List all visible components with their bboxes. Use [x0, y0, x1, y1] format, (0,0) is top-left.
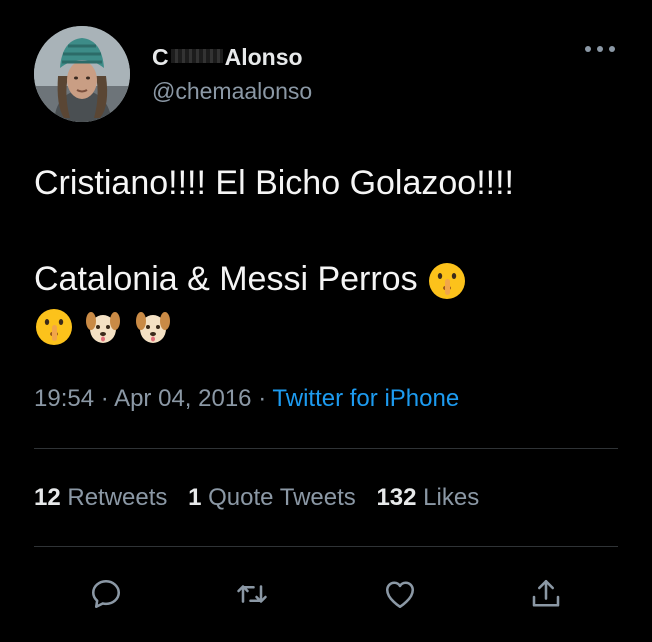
like-button[interactable] [378, 572, 422, 616]
tweet-stats: 12 Retweets 1 Quote Tweets 132 Likes [34, 484, 493, 512]
author-name-prefix: C [152, 44, 169, 70]
shushing-face-icon [36, 309, 72, 346]
emoji-line [34, 302, 624, 352]
tweet-source-link[interactable]: Twitter for iPhone [272, 385, 459, 412]
reply-button[interactable] [84, 572, 128, 616]
author-name[interactable]: C Alonso [152, 44, 303, 71]
retweet-icon [237, 585, 267, 603]
reply-icon [91, 579, 121, 609]
tweet-card: C Alonso @chemaalonso Cristiano!!!! El Bi… [0, 0, 652, 642]
user-avatar-icon [34, 26, 130, 122]
redacted-name-mask [170, 49, 223, 63]
author-name-suffix: Alonso [224, 44, 303, 70]
dog-face-icon [135, 312, 170, 344]
share-button[interactable] [524, 572, 568, 616]
tweet-text: Cristiano!!!! El Bicho Golazoo!!!! Catal… [34, 160, 624, 352]
retweets-count: 12 [34, 484, 61, 511]
tweet-text-line-2: Catalonia & Messi Perros [34, 256, 624, 302]
tweet-actions [34, 572, 618, 622]
quote-tweets-stat[interactable]: 1 Quote Tweets [188, 484, 356, 511]
tweet-text-line: Catalonia & Messi Perros [34, 260, 418, 298]
author-avatar[interactable] [34, 26, 130, 122]
likes-count: 132 [376, 484, 417, 511]
tweet-date[interactable]: Apr 04, 2016 [114, 385, 251, 412]
more-options-icon[interactable] [584, 34, 616, 60]
tweet-meta: 19:54 · Apr 04, 2016 · Twitter for iPhon… [34, 385, 459, 413]
likes-label: Likes [423, 484, 480, 511]
likes-stat[interactable]: 132 Likes [376, 484, 479, 511]
tweet-text-line: Cristiano!!!! El Bicho Golazoo!!!! [34, 164, 514, 202]
quote-tweets-count: 1 [188, 484, 202, 511]
author-handle[interactable]: @chemaalonso [152, 78, 312, 105]
like-icon [385, 581, 415, 609]
dog-face-icon [86, 312, 121, 344]
retweets-stat[interactable]: 12 Retweets [34, 484, 167, 511]
meta-separator: · [258, 385, 267, 412]
retweet-button[interactable] [230, 572, 274, 616]
meta-separator: · [100, 385, 109, 412]
share-icon [532, 579, 560, 607]
shushing-face-icon [429, 263, 466, 300]
quote-tweets-label: Quote Tweets [208, 484, 356, 511]
divider [34, 448, 618, 449]
tweet-time[interactable]: 19:54 [34, 385, 94, 412]
retweets-label: Retweets [67, 484, 168, 511]
divider [34, 546, 618, 547]
